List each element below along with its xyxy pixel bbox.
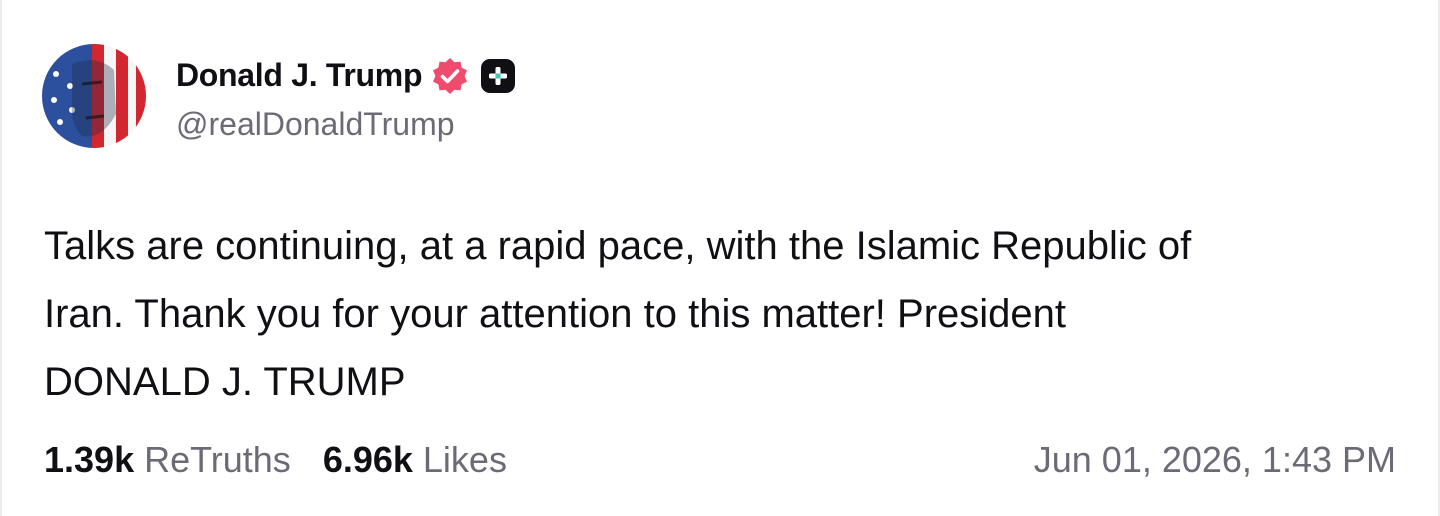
author-name-row: Donald J. Trump (176, 50, 516, 102)
post-header: Donald J. Trump @realDonaldTrump (42, 44, 516, 148)
post-card: Donald J. Trump @realDonaldTrump Talks a… (0, 0, 1440, 516)
avatar-image (42, 44, 146, 148)
plus-badge-icon (480, 58, 516, 94)
retruths-stat[interactable]: 1.39k ReTruths (44, 439, 291, 481)
likes-stat[interactable]: 6.96k Likes (323, 439, 507, 481)
author-names: Donald J. Trump @realDonaldTrump (176, 50, 516, 143)
author-handle[interactable]: @realDonaldTrump (176, 106, 516, 143)
post-body-text: Talks are continuing, at a rapid pace, w… (44, 224, 1192, 404)
retruths-label: ReTruths (144, 439, 291, 480)
post-timestamp[interactable]: Jun 01, 2026, 1:43 PM (1034, 439, 1396, 481)
likes-label: Likes (422, 439, 507, 480)
likes-count: 6.96k (322, 439, 413, 480)
verified-badge-icon (430, 56, 470, 96)
author-display-name[interactable]: Donald J. Trump (176, 57, 423, 94)
avatar[interactable] (42, 44, 146, 148)
post-footer: 1.39k ReTruths 6.96k Likes Jun 01, 2026,… (44, 436, 1396, 484)
retruths-count: 1.39k (44, 439, 135, 480)
